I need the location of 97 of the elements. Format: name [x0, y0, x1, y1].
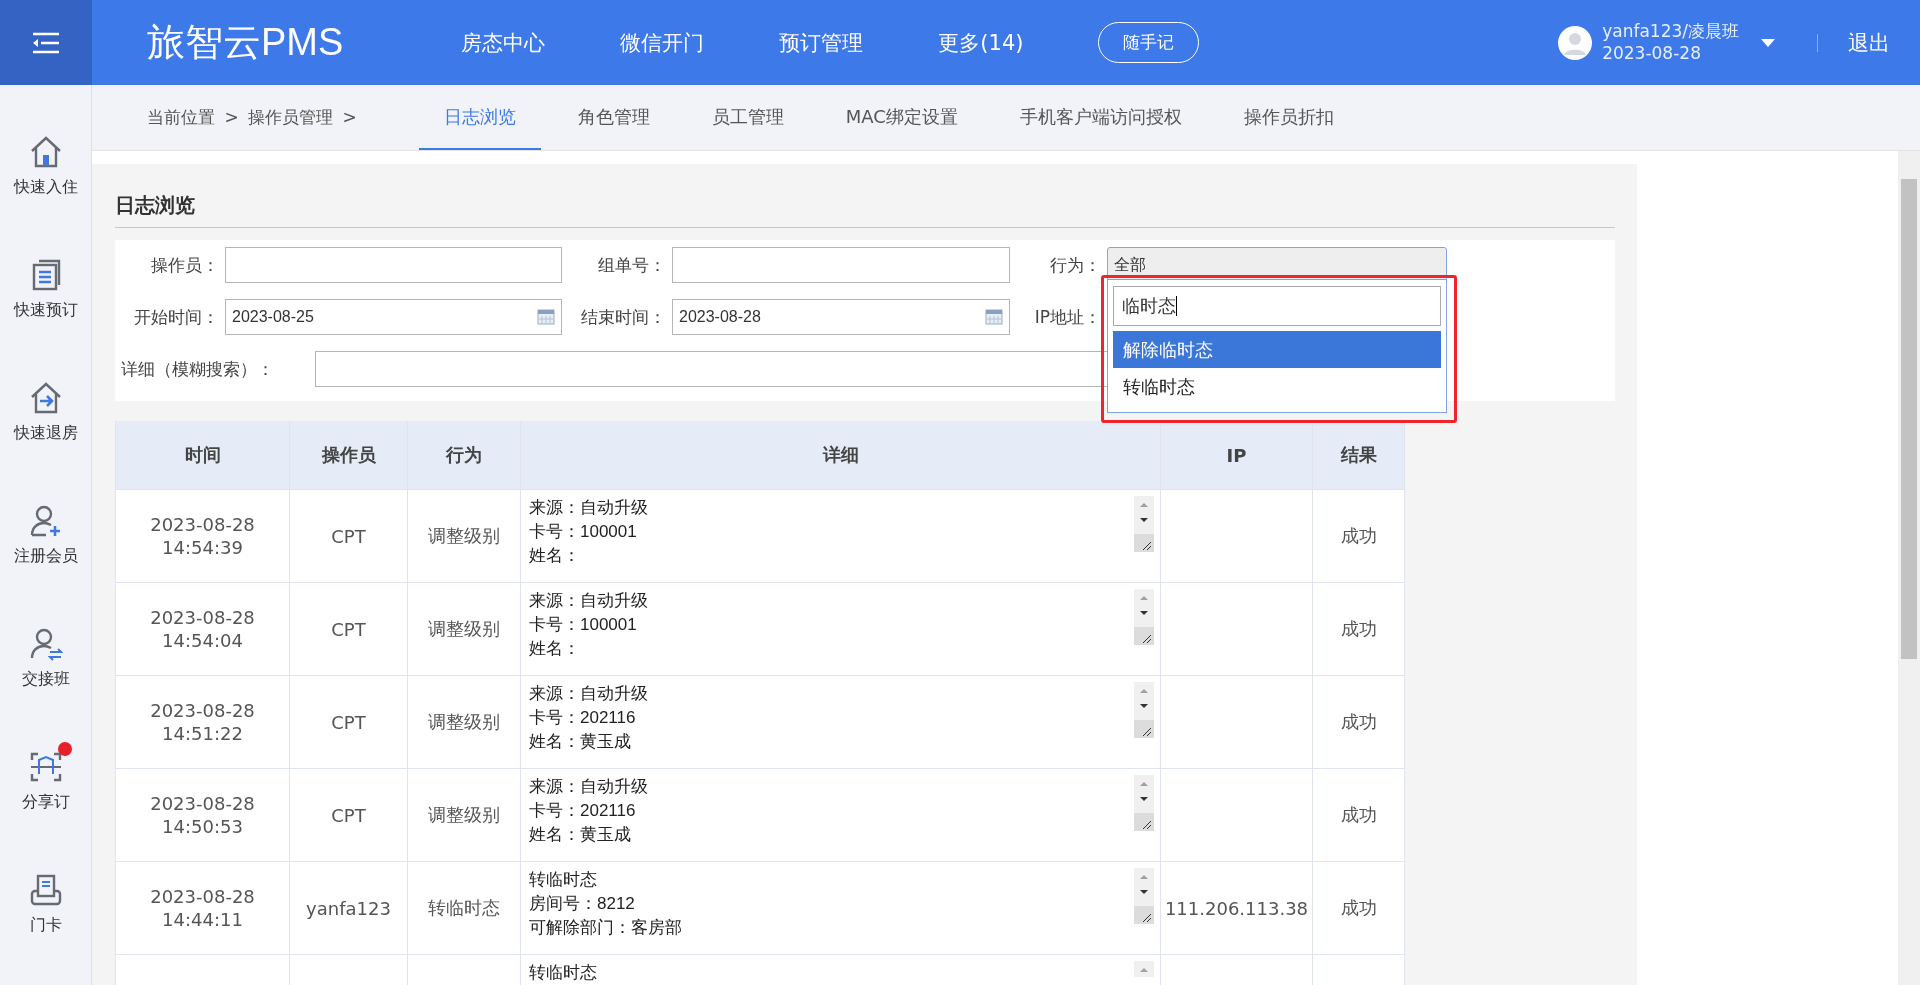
- column-header: 行为: [408, 421, 521, 489]
- sidebar-item[interactable]: 门卡: [0, 863, 91, 936]
- search-field[interactable]: 临时态: [1113, 286, 1441, 326]
- sidebar-item[interactable]: 快速入住: [0, 125, 91, 198]
- scroll-up-icon[interactable]: [1134, 961, 1154, 977]
- column-header: 操作员: [290, 421, 408, 489]
- field-label: 详细（模糊搜索）：: [120, 357, 275, 381]
- sidebar-item[interactable]: 交接班: [0, 617, 91, 690]
- table-cell: CPT: [290, 583, 408, 675]
- table-cell: 成功: [1313, 583, 1405, 675]
- nav-link[interactable]: 预订管理: [779, 28, 864, 57]
- detail-text: 卡号：202116: [529, 706, 636, 729]
- detail-text: 卡号：100001: [529, 613, 637, 636]
- scrollbar-icon[interactable]: [1134, 868, 1154, 924]
- detail-text: 卡号：202116: [529, 799, 636, 822]
- detail-text: 房间号：8212: [529, 892, 635, 915]
- user-name: yanfa123/凌晨班: [1602, 21, 1739, 43]
- table-cell: 2023-08-28 14:50:53: [115, 769, 290, 861]
- menu-icon: [31, 31, 61, 54]
- detail-text: 姓名：黄玉成: [529, 730, 631, 753]
- caret-icon[interactable]: [1761, 38, 1775, 47]
- table-cell: 2023-08-28 14:54:39: [115, 490, 290, 582]
- detail-text: 转临时态: [529, 869, 597, 891]
- nav-link[interactable]: 微信开门: [620, 28, 705, 57]
- user-date: 2023-08-28: [1602, 42, 1702, 64]
- field-label: IP地址：: [1033, 305, 1102, 329]
- column-header: 时间: [115, 421, 290, 489]
- tab[interactable]: 操作员折扣: [1218, 85, 1359, 150]
- table-cell: 111.206.113.38: [1161, 862, 1313, 954]
- detail-text: 卡号：100001: [529, 520, 637, 543]
- scan-icon: [28, 750, 63, 784]
- table-cell: 2023-08-28 14:51:22: [115, 676, 290, 768]
- dropdown-option[interactable]: 解除临时态: [1113, 331, 1441, 368]
- date-field[interactable]: 2023-08-28: [672, 299, 1010, 335]
- table-cell: CPT: [290, 676, 408, 768]
- tab[interactable]: 手机客户端访问授权: [994, 85, 1207, 150]
- card-reader-icon: [28, 873, 63, 907]
- table-cell: 调整级别: [408, 769, 521, 861]
- tab[interactable]: 角色管理: [552, 85, 675, 150]
- field-label: 操作员：: [150, 253, 220, 277]
- scrollbar[interactable]: [1898, 151, 1920, 985]
- breadcrumb: 当前位置 > 操作员管理 >: [147, 106, 357, 129]
- table-cell: 调整级别: [408, 583, 521, 675]
- table-cell: 成功: [1313, 676, 1405, 768]
- field-label: 组单号：: [597, 253, 667, 277]
- table-cell: yanfa123: [290, 862, 408, 954]
- detail-text: 姓名：: [529, 544, 580, 567]
- detail-text: 来源：自动升级: [529, 590, 648, 612]
- scrollbar-icon[interactable]: [1134, 682, 1154, 738]
- table-cell: CPT: [290, 490, 408, 582]
- nav-link[interactable]: 更多(14): [938, 28, 1024, 57]
- menu-toggle[interactable]: [0, 0, 92, 85]
- detail-text: 姓名：黄玉成: [529, 823, 631, 846]
- detail-text: 姓名：: [529, 637, 580, 660]
- table-cell: 2023-08-28 14:54:04: [115, 583, 290, 675]
- tab[interactable]: 员工管理: [686, 85, 809, 150]
- section-title: 日志浏览: [115, 164, 1615, 228]
- calendar-icon[interactable]: [537, 309, 555, 325]
- table-cell: 成功: [1313, 862, 1405, 954]
- input-field[interactable]: [672, 247, 1010, 283]
- tab[interactable]: MAC绑定设置: [820, 85, 983, 150]
- detail-text: 来源：自动升级: [529, 497, 648, 519]
- sidebar-item[interactable]: 分享订: [0, 740, 91, 813]
- field-label: 行为：: [1049, 253, 1102, 277]
- table-cell: CPT: [290, 769, 408, 861]
- scrollbar-icon[interactable]: [1134, 589, 1154, 645]
- detail-text: 来源：自动升级: [529, 776, 648, 798]
- input-field[interactable]: [225, 247, 562, 283]
- field-label: 结束时间：: [580, 305, 667, 329]
- scrollbar-icon[interactable]: [1134, 496, 1154, 552]
- table-cell: 调整级别: [408, 490, 521, 582]
- sidebar-item[interactable]: 注册会员: [0, 494, 91, 567]
- tab[interactable]: 日志浏览: [418, 85, 541, 150]
- scrollbar-icon[interactable]: [1134, 775, 1154, 831]
- detail-text: 来源：自动升级: [529, 683, 648, 705]
- sidebar-item[interactable]: 快速预订: [0, 248, 91, 321]
- user-swap-icon: [28, 627, 63, 661]
- sidebar-item[interactable]: 快速退房: [0, 371, 91, 444]
- dropdown-option[interactable]: 转临时态: [1113, 368, 1441, 405]
- avatar-icon: [1558, 25, 1593, 60]
- table-cell: 调整级别: [408, 676, 521, 768]
- logout-link[interactable]: 退出: [1848, 28, 1890, 57]
- column-header: 详细: [521, 421, 1161, 489]
- table-cell: 2023-08-28 14:44:11: [115, 862, 290, 954]
- column-header: IP: [1161, 421, 1313, 489]
- table-cell: 成功: [1313, 769, 1405, 861]
- detail-text: 转临时态: [529, 962, 597, 984]
- calendar-icon[interactable]: [985, 309, 1003, 325]
- field-label: 开始时间：: [133, 305, 220, 329]
- app-logo: 旅智云PMS: [147, 20, 344, 65]
- table-cell: 成功: [1313, 490, 1405, 582]
- column-header: 结果: [1313, 421, 1405, 489]
- date-field[interactable]: 2023-08-25: [225, 299, 562, 335]
- add-user-icon: [28, 504, 63, 538]
- table-cell: 转临时态: [408, 862, 521, 954]
- nav-link[interactable]: 房态中心: [461, 28, 546, 57]
- detail-text: 可解除部门：客房部: [529, 916, 682, 939]
